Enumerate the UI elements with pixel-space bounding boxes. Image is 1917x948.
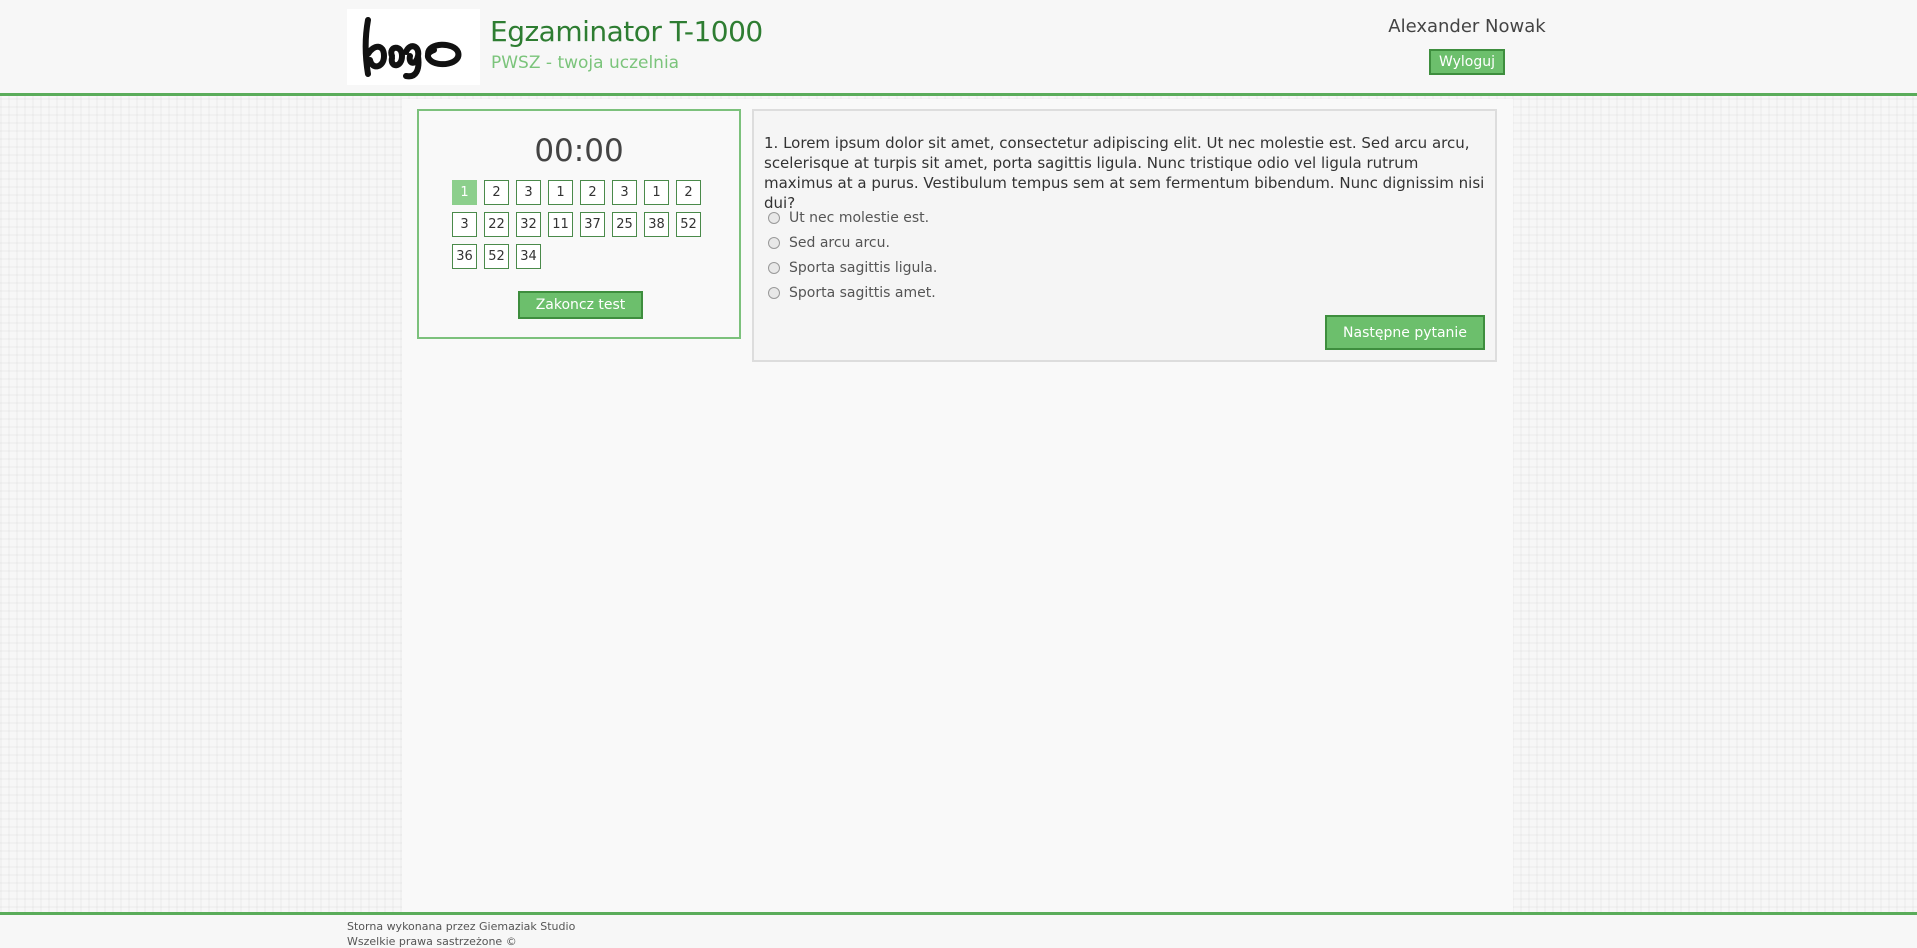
question-number-button[interactable]: 3 bbox=[612, 180, 637, 205]
question-number-button[interactable]: 52 bbox=[676, 212, 701, 237]
question-number-button[interactable]: 37 bbox=[580, 212, 605, 237]
answer-label: Sporta sagittis amet. bbox=[789, 284, 936, 301]
answer-label: Sporta sagittis ligula. bbox=[789, 259, 938, 276]
question-number-button[interactable]: 2 bbox=[484, 180, 509, 205]
question-number-button[interactable]: 3 bbox=[516, 180, 541, 205]
question-number-button[interactable]: 52 bbox=[484, 244, 509, 269]
timer: 00:00 bbox=[534, 133, 624, 169]
logout-button[interactable]: Wyloguj bbox=[1429, 49, 1505, 75]
answer-radio[interactable] bbox=[768, 286, 780, 299]
logo bbox=[347, 9, 480, 85]
page-header: Egzaminator T-1000 PWSZ - twoja uczelnia… bbox=[0, 0, 1917, 96]
question-text: 1. Lorem ipsum dolor sit amet, consectet… bbox=[764, 134, 1485, 212]
question-number-button[interactable]: 1 bbox=[644, 180, 669, 205]
question-number-button[interactable]: 2 bbox=[676, 180, 701, 205]
next-question-button[interactable]: Następne pytanie bbox=[1325, 315, 1485, 350]
question-number-button[interactable]: 1 bbox=[452, 180, 477, 205]
question-number-button[interactable]: 34 bbox=[516, 244, 541, 269]
logo-image bbox=[362, 17, 461, 80]
question-number-button[interactable]: 22 bbox=[484, 212, 509, 237]
app-subtitle: PWSZ - twoja uczelnia bbox=[491, 53, 680, 73]
footer-copyright: Wszelkie prawa sastrzeżone © bbox=[347, 935, 517, 948]
answer-label: Ut nec molestie est. bbox=[789, 209, 930, 226]
answer-option[interactable]: Sporta sagittis amet. bbox=[768, 280, 937, 305]
page-footer: Storna wykonana przez Giemaziak Studio W… bbox=[0, 912, 1917, 948]
answer-radio[interactable] bbox=[768, 211, 780, 224]
question-number-button[interactable]: 25 bbox=[612, 212, 637, 237]
question-navigator: 00:00 1 2 3 1 2 3 1 2 3 22 32 11 37 25 38 52 36 52 34 Zako… bbox=[417, 109, 741, 339]
app-title: Egzaminator T-1000 bbox=[490, 15, 763, 48]
question-number-button[interactable]: 1 bbox=[548, 180, 573, 205]
footer-credit: Storna wykonana przez Giemaziak Studio bbox=[347, 920, 576, 933]
finish-test-button[interactable]: Zakoncz test bbox=[518, 291, 643, 319]
question-number-button[interactable]: 11 bbox=[548, 212, 573, 237]
user-name: Alexander Nowak bbox=[1388, 16, 1546, 37]
question-number-button[interactable]: 36 bbox=[452, 244, 477, 269]
answer-radio[interactable] bbox=[768, 236, 780, 249]
question-number-button[interactable]: 38 bbox=[644, 212, 669, 237]
answer-option[interactable]: Ut nec molestie est. bbox=[768, 205, 937, 230]
answer-option[interactable]: Sporta sagittis ligula. bbox=[768, 255, 937, 280]
answer-radio[interactable] bbox=[768, 261, 780, 274]
question-number-button[interactable]: 32 bbox=[516, 212, 541, 237]
question-number-button[interactable]: 3 bbox=[452, 212, 477, 237]
answer-option[interactable]: Sed arcu arcu. bbox=[768, 230, 937, 255]
question-number-grid: 1 2 3 1 2 3 1 2 3 22 32 11 37 25 38 52 36 52 34 bbox=[452, 180, 712, 269]
question-number-button[interactable]: 2 bbox=[580, 180, 605, 205]
answer-list: Ut nec molestie est. Sed arcu arcu. Sporta… bbox=[768, 205, 937, 305]
answer-label: Sed arcu arcu. bbox=[789, 234, 890, 251]
question-panel: 1. Lorem ipsum dolor sit amet, consectet… bbox=[752, 109, 1497, 362]
